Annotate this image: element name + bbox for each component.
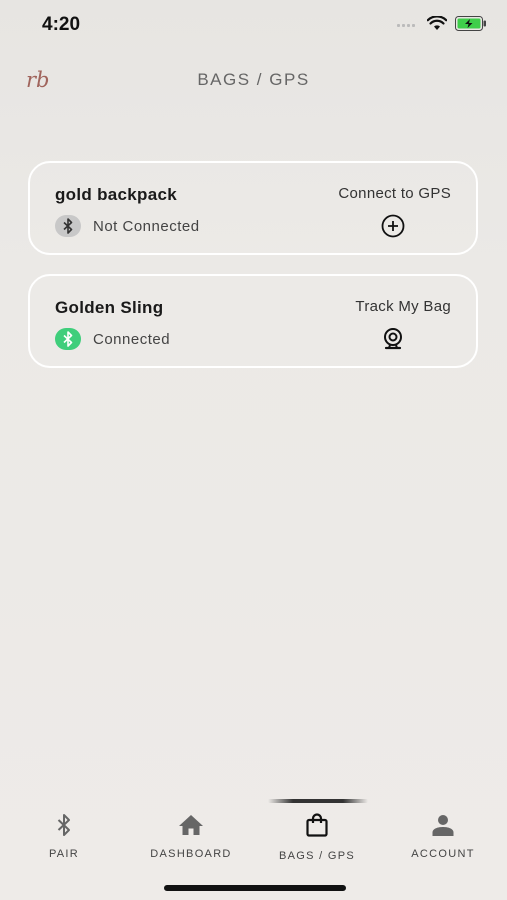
shopping-bag-icon <box>254 810 380 840</box>
home-icon <box>128 810 254 840</box>
connection-status: Connected <box>55 328 170 350</box>
bluetooth-icon <box>55 328 81 350</box>
tab-account[interactable]: ACCOUNT <box>380 810 506 860</box>
status-icons <box>397 16 487 31</box>
tab-dashboard[interactable]: DASHBOARD <box>128 810 254 860</box>
connection-status-text: Not Connected <box>93 217 200 235</box>
battery-icon <box>455 16 486 31</box>
tab-pair[interactable]: PAIR <box>1 810 127 860</box>
plus-circle-icon[interactable] <box>380 213 406 239</box>
webcam-icon[interactable] <box>380 326 406 352</box>
track-my-bag-label[interactable]: Track My Bag <box>355 298 451 315</box>
wifi-icon <box>427 16 447 30</box>
tab-label: BAGS / GPS <box>279 850 355 862</box>
status-bar: 4:20 <box>0 0 507 52</box>
bag-card-golden-sling[interactable]: Golden Sling Connected Track My Bag <box>28 274 478 368</box>
page-title: BAGS / GPS <box>197 70 310 89</box>
bluetooth-icon <box>1 810 127 840</box>
bluetooth-icon <box>55 215 81 237</box>
person-icon <box>380 810 506 840</box>
tab-label: PAIR <box>48 848 80 860</box>
connection-status: Not Connected <box>55 215 200 237</box>
tab-label: DASHBOARD <box>150 848 232 860</box>
header: rb BAGS / GPS <box>0 52 507 112</box>
status-time: 4:20 <box>42 14 81 35</box>
connect-to-gps-label[interactable]: Connect to GPS <box>338 185 451 202</box>
bag-card-gold-backpack[interactable]: gold backpack Not Connected Connect to G… <box>28 161 478 255</box>
bag-name: gold backpack <box>55 185 177 204</box>
tab-bar: PAIR DASHBOARD BAGS / GPS ACCOUNT <box>0 790 507 900</box>
bag-name: Golden Sling <box>55 298 164 317</box>
home-indicator <box>164 885 346 891</box>
active-tab-indicator <box>268 799 368 803</box>
tab-bags-gps[interactable]: BAGS / GPS <box>254 810 380 862</box>
cellular-signal-icon <box>397 21 419 27</box>
connection-status-text: Connected <box>93 330 171 348</box>
tab-label: ACCOUNT <box>411 848 475 860</box>
